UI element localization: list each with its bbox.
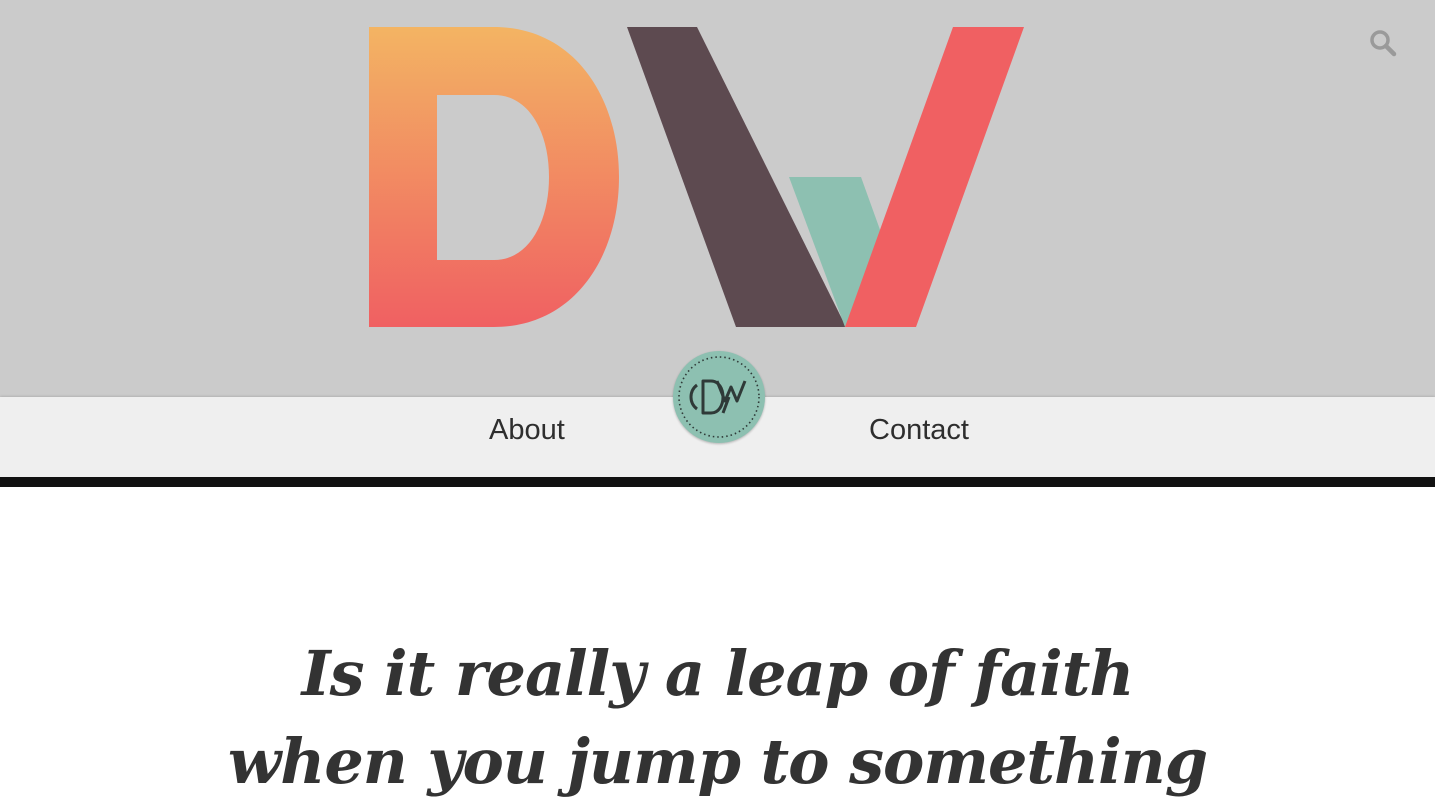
post-title[interactable]: Is it really a leap of faith when you ju… — [0, 630, 1435, 806]
nav-about-link[interactable]: About — [489, 414, 565, 447]
post-title-line-2: when you jump to something — [227, 725, 1208, 798]
nav-contact-link[interactable]: Contact — [869, 414, 969, 447]
site-header — [0, 0, 1435, 397]
logo-letter-d — [369, 27, 619, 327]
logo-w-coral-stroke — [845, 27, 1024, 327]
search-icon[interactable] — [1369, 29, 1397, 57]
post-title-line-1: Is it really a leap of faith — [301, 637, 1135, 710]
home-badge-logo[interactable] — [673, 351, 765, 443]
dw-logo[interactable] — [369, 27, 1024, 327]
header-divider — [0, 477, 1435, 487]
